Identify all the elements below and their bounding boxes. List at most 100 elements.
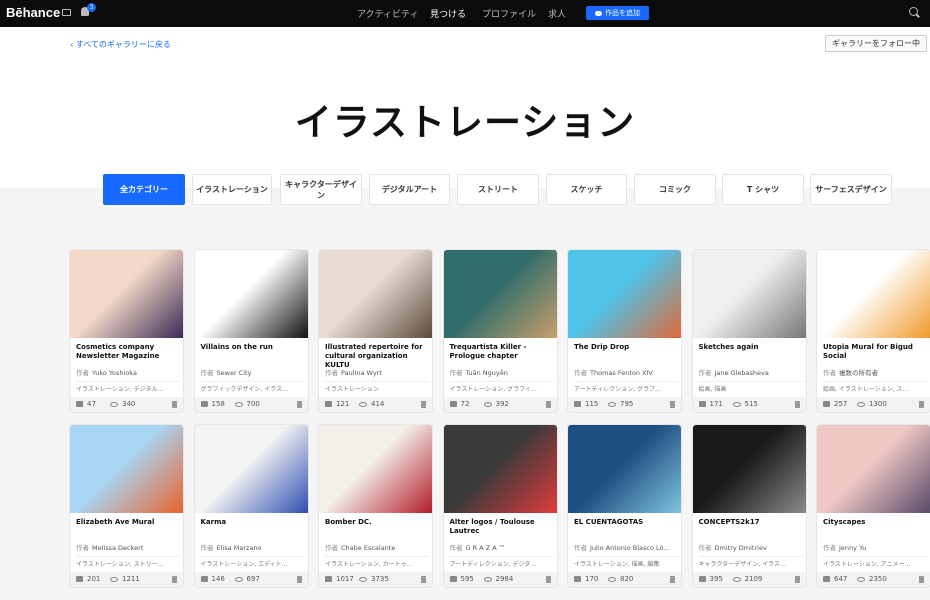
project-title[interactable]: Bomber DC.	[325, 518, 429, 527]
project-thumbnail[interactable]	[319, 250, 432, 338]
thumbs-up-icon[interactable]	[76, 576, 83, 582]
project-title[interactable]: CONCEPTS2k17	[699, 518, 803, 527]
project-owner[interactable]: 作者 Tuấn Nguyễn	[450, 367, 554, 377]
project-owner[interactable]: 作者 Jane Glebasheva	[699, 367, 803, 377]
add-work-button[interactable]: 作品を追加	[586, 6, 649, 20]
project-owner[interactable]: 作者 Paulina Wyrt	[325, 367, 429, 377]
thumbs-up-icon[interactable]	[574, 576, 581, 582]
project-card[interactable]: Trequartista Killer - Prologue chapter 作者…	[443, 250, 557, 412]
project-card[interactable]: Sketches again 作者 Jane Glebasheva 絵画, 描画 171…	[692, 250, 806, 412]
category-tab-0[interactable]: 全カテゴリー	[103, 174, 185, 205]
project-owner[interactable]: 作者 Thomas Fenton XIV	[574, 367, 678, 377]
project-owner[interactable]: 作者 G R A Z A ™	[450, 542, 554, 552]
nav-jobs[interactable]: 求人	[548, 7, 566, 20]
bookmark-icon[interactable]	[172, 576, 177, 583]
thumbs-up-icon[interactable]	[200, 576, 208, 582]
thumbs-up-icon[interactable]	[76, 401, 83, 407]
bookmark-icon[interactable]	[670, 401, 675, 408]
back-to-galleries-link[interactable]: ‹ すべてのギャラリーに戻る	[70, 39, 171, 50]
project-owner[interactable]: 作者 Sewer City	[201, 367, 305, 377]
bookmark-icon[interactable]	[421, 401, 426, 408]
thumbs-up-icon[interactable]	[823, 576, 830, 582]
category-tab-5[interactable]: スケッチ	[546, 174, 627, 205]
thumbs-up-icon[interactable]	[449, 401, 457, 407]
category-tab-8[interactable]: サーフェスデザイン	[810, 174, 892, 205]
project-owner[interactable]: 作者 Elisa Marzano	[201, 542, 305, 552]
thumbs-up-icon[interactable]	[325, 576, 332, 582]
bookmark-icon[interactable]	[919, 576, 924, 583]
category-tab-3[interactable]: デジタルアート	[369, 174, 450, 205]
project-title[interactable]: Alter logos / Toulouse Lautrec	[450, 518, 554, 536]
project-card[interactable]: Karma 作者 Elisa Marzano イラストレーション, エディト… 146 6…	[194, 425, 308, 587]
project-card[interactable]: Elizabeth Ave Mural 作者 Melissa Deckert イラスト…	[70, 425, 183, 587]
category-tab-4[interactable]: ストリート	[457, 174, 539, 205]
project-thumbnail[interactable]	[568, 425, 681, 513]
project-card[interactable]: Utopia Mural for Bigud Social 作者 複数の所有者 絵画,…	[817, 250, 930, 412]
project-thumbnail[interactable]	[817, 425, 930, 513]
project-owner[interactable]: 作者 Jenny Yu	[823, 542, 927, 552]
project-card[interactable]: CONCEPTS2k17 作者 Dmitry Dmitriev キャラクターデザイン,…	[692, 425, 806, 587]
project-owner[interactable]: 作者 Julio Antonio Blasco Ló…	[574, 542, 678, 552]
project-thumbnail[interactable]	[319, 425, 432, 513]
bookmark-icon[interactable]	[545, 576, 551, 583]
project-thumbnail[interactable]	[692, 425, 806, 513]
project-title[interactable]: Illustrated repertoire for cultural orga…	[325, 343, 429, 370]
mail-icon[interactable]	[62, 9, 71, 16]
project-card[interactable]: Villains on the run 作者 Sewer City グラフィックデザイ…	[194, 250, 308, 412]
project-owner[interactable]: 作者 複数の所有者	[823, 367, 927, 377]
project-owner[interactable]: 作者 Dmitry Dmitriev	[699, 542, 803, 552]
bookmark-icon[interactable]	[545, 401, 551, 408]
bookmark-icon[interactable]	[421, 576, 426, 583]
project-title[interactable]: Villains on the run	[201, 343, 305, 352]
category-tab-2[interactable]: キャラクターデザイン	[280, 174, 362, 205]
project-card[interactable]: Illustrated repertoire for cultural orga…	[319, 250, 432, 412]
thumbs-up-icon[interactable]	[449, 576, 457, 582]
project-card[interactable]: Bomber DC. 作者 Chabe Escalante イラストレーション, カー…	[319, 425, 432, 587]
behance-logo[interactable]: Bēhance	[6, 5, 60, 20]
bookmark-icon[interactable]	[794, 401, 800, 408]
search-icon[interactable]	[909, 7, 918, 16]
project-thumbnail[interactable]	[443, 250, 557, 338]
project-card[interactable]: EL CUENTAGOTAS 作者 Julio Antonio Blasco Ló……	[568, 425, 681, 587]
project-card[interactable]: Cityscapes 作者 Jenny Yu イラストレーション, アニメー… 647 2…	[817, 425, 930, 587]
project-card[interactable]: Alter logos / Toulouse Lautrec 作者 G R A Z …	[443, 425, 557, 587]
project-card[interactable]: Cosmetics company Newsletter Magazine 作者 Y…	[70, 250, 183, 412]
project-thumbnail[interactable]	[194, 250, 308, 338]
category-tab-1[interactable]: イラストレーション	[192, 174, 272, 205]
project-thumbnail[interactable]	[443, 425, 557, 513]
category-tab-6[interactable]: コミック	[634, 174, 716, 205]
project-owner[interactable]: 作者 Melissa Deckert	[76, 542, 180, 552]
bookmark-icon[interactable]	[296, 401, 302, 408]
project-title[interactable]: Utopia Mural for Bigud Social	[823, 343, 927, 361]
thumbs-up-icon[interactable]	[574, 401, 581, 407]
project-owner[interactable]: 作者 Yuko Yoshioka	[76, 367, 180, 377]
project-thumbnail[interactable]	[70, 425, 183, 513]
project-title[interactable]: EL CUENTAGOTAS	[574, 518, 678, 527]
bookmark-icon[interactable]	[296, 576, 302, 583]
nav-profile[interactable]: プロファイル	[482, 7, 536, 20]
project-title[interactable]: Elizabeth Ave Mural	[76, 518, 180, 527]
project-thumbnail[interactable]	[817, 250, 930, 338]
project-title[interactable]: The Drip Drop	[574, 343, 678, 352]
thumbs-up-icon[interactable]	[823, 401, 830, 407]
bookmark-icon[interactable]	[919, 401, 924, 408]
follow-gallery-button[interactable]: ギャラリーをフォロー中	[825, 35, 927, 52]
category-tab-7[interactable]: T シャツ	[722, 174, 804, 205]
bookmark-icon[interactable]	[794, 576, 800, 583]
project-title[interactable]: Cityscapes	[823, 518, 927, 527]
nav-discover[interactable]: 見つける	[430, 7, 466, 20]
nav-activity[interactable]: アクティビティ	[357, 7, 418, 20]
bookmark-icon[interactable]	[172, 401, 177, 408]
thumbs-up-icon[interactable]	[200, 401, 208, 407]
thumbs-up-icon[interactable]	[325, 401, 332, 407]
bookmark-icon[interactable]	[670, 576, 675, 583]
project-thumbnail[interactable]	[568, 250, 681, 338]
project-owner[interactable]: 作者 Chabe Escalante	[325, 542, 429, 552]
project-thumbnail[interactable]	[70, 250, 183, 338]
thumbs-up-icon[interactable]	[698, 401, 706, 407]
project-title[interactable]: Karma	[201, 518, 305, 527]
project-thumbnail[interactable]	[194, 425, 308, 513]
project-title[interactable]: Sketches again	[699, 343, 803, 352]
project-title[interactable]: Cosmetics company Newsletter Magazine	[76, 343, 180, 361]
project-title[interactable]: Trequartista Killer - Prologue chapter	[450, 343, 554, 361]
